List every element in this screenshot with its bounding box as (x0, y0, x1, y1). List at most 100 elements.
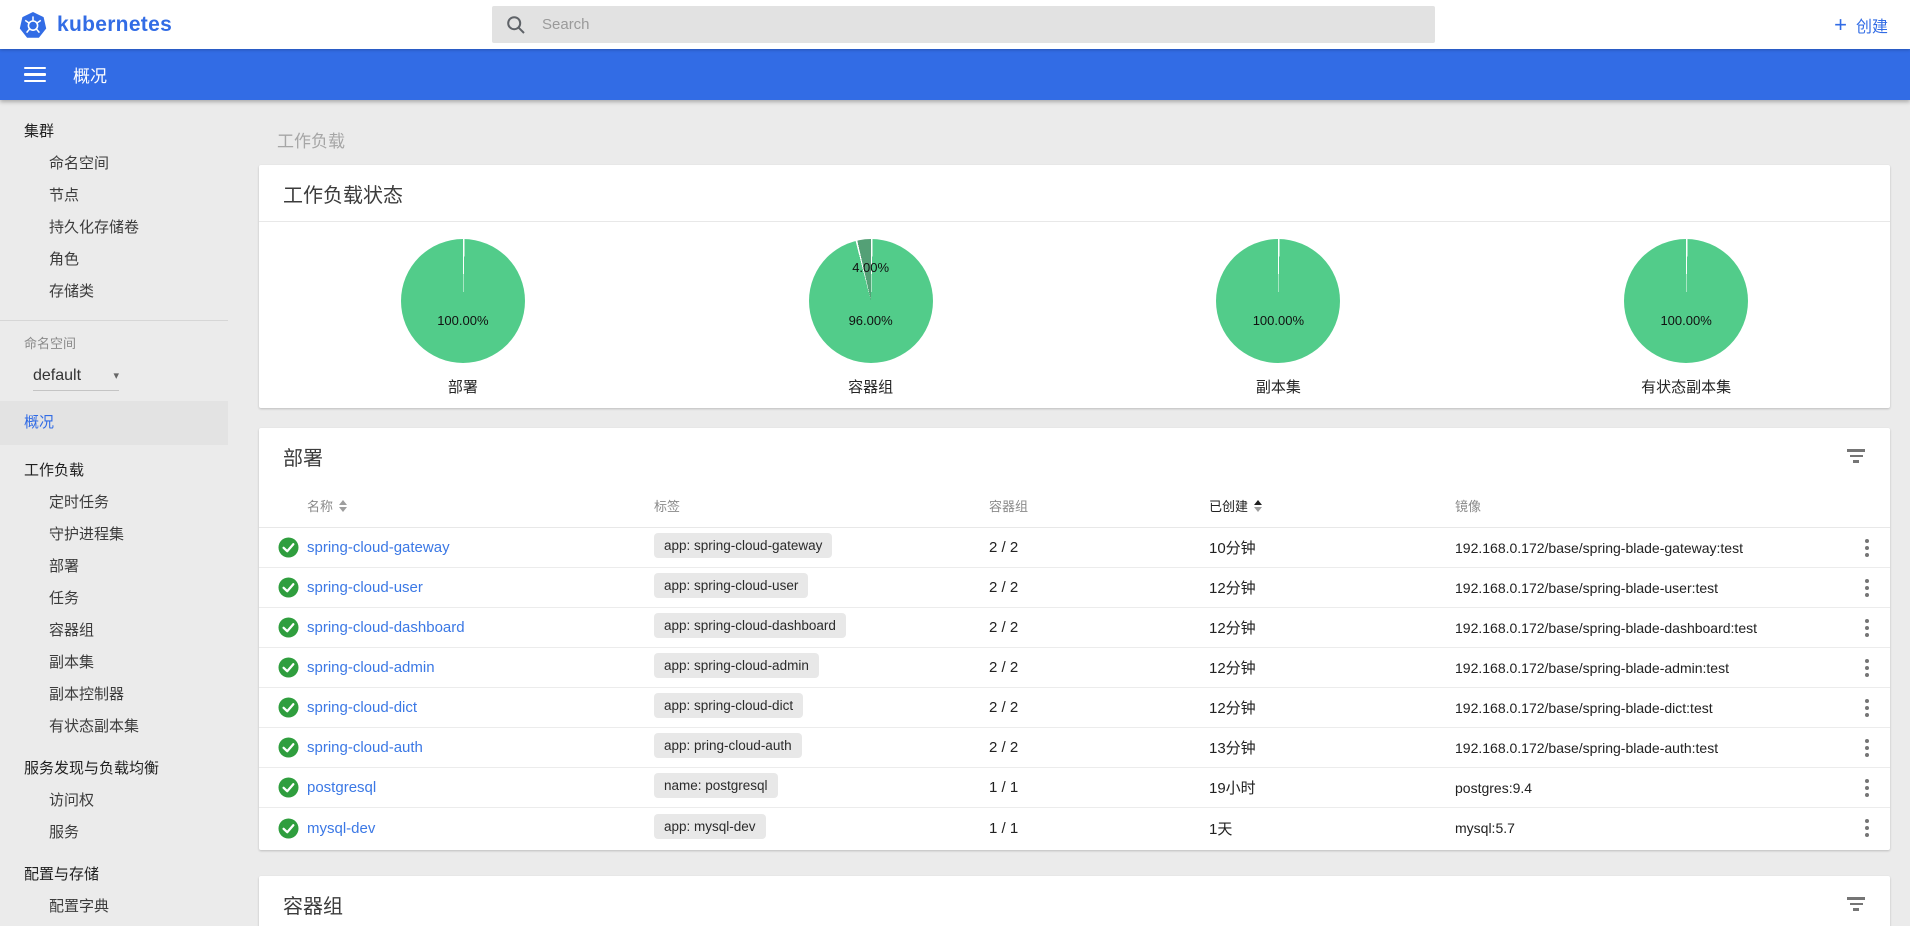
search-icon (506, 15, 526, 35)
sidebar-item-overview-active[interactable]: 概况 (0, 401, 228, 445)
search-bar[interactable] (492, 6, 1435, 43)
deployments-table-header: 名称 标签 容器组 已创建 镜像 (259, 484, 1890, 528)
table-row: spring-cloud-gateway app: spring-cloud-g… (259, 528, 1890, 568)
status-pie-charts: 100.00% 部署 4.00% 96.00% 容器组 100.00% 副本集 (259, 222, 1890, 397)
sidebar-header-workloads[interactable]: 工作负载 (0, 455, 228, 487)
sidebar-header-cluster[interactable]: 集群 (0, 116, 228, 148)
label-chip: app: spring-cloud-dict (654, 693, 803, 718)
sidebar-item-persistent-volumes[interactable]: 持久化存储卷 (0, 212, 228, 244)
sort-icon-active[interactable] (1254, 500, 1262, 512)
sidebar-header-config-storage[interactable]: 配置与存储 (0, 859, 228, 891)
sidebar-item-nodes[interactable]: 节点 (0, 180, 228, 212)
image-name: 192.168.0.172/base/spring-blade-user:tes… (1455, 580, 1844, 596)
created-age: 12分钟 (1209, 697, 1455, 718)
image-name: 192.168.0.172/base/spring-blade-admin:te… (1455, 660, 1844, 676)
kebab-menu-icon[interactable] (1844, 695, 1890, 721)
create-button-label: 创建 (1856, 13, 1888, 37)
image-name: postgres:9.4 (1455, 780, 1844, 796)
pie-block-pods: 4.00% 96.00% 容器组 (667, 222, 1075, 397)
sidebar-item-services[interactable]: 服务 (0, 817, 228, 849)
table-row: spring-cloud-auth app: pring-cloud-auth … (259, 728, 1890, 768)
label-chip: app: mysql-dev (654, 814, 766, 839)
image-name: 192.168.0.172/base/spring-blade-gateway:… (1455, 540, 1844, 556)
column-header-labels: 标签 (654, 496, 989, 515)
pie-percentage-label: 100.00% (1624, 313, 1748, 328)
kebab-menu-icon[interactable] (1844, 735, 1890, 761)
deployment-name-link[interactable]: spring-cloud-user (307, 579, 423, 596)
column-header-name[interactable]: 名称 (307, 496, 654, 515)
kebab-menu-icon[interactable] (1844, 775, 1890, 801)
pods-card-title: 容器组 (283, 890, 343, 919)
deployment-name-link[interactable]: spring-cloud-dashboard (307, 619, 465, 636)
sidebar-item-daemon-sets[interactable]: 守护进程集 (0, 519, 228, 551)
created-age: 1天 (1209, 818, 1455, 839)
deployment-name-link[interactable]: spring-cloud-dict (307, 699, 417, 716)
created-age: 13分钟 (1209, 737, 1455, 758)
column-header-pods: 容器组 (989, 496, 1209, 515)
created-age: 12分钟 (1209, 657, 1455, 678)
plus-icon: + (1834, 14, 1847, 36)
sidebar-item-replication-controllers[interactable]: 副本控制器 (0, 679, 228, 711)
image-name: 192.168.0.172/base/spring-blade-auth:tes… (1455, 740, 1844, 756)
pods-pie-chart: 4.00% 96.00% (809, 239, 933, 363)
pie-block-stateful-sets: 100.00% 有状态副本集 (1482, 222, 1890, 397)
sort-icon[interactable] (339, 500, 347, 512)
sidebar-item-namespaces[interactable]: 命名空间 (0, 148, 228, 180)
sidebar-item-pods[interactable]: 容器组 (0, 615, 228, 647)
top-app-bar: kubernetes + 创建 (0, 0, 1910, 49)
pie-caption: 有状态副本集 (1641, 376, 1731, 397)
table-row: spring-cloud-admin app: spring-cloud-adm… (259, 648, 1890, 688)
workload-status-card: 工作负载状态 100.00% 部署 4.00% 96.00% 容器组 (259, 165, 1890, 408)
kebab-menu-icon[interactable] (1844, 535, 1890, 561)
sidebar-header-discovery[interactable]: 服务发现与负载均衡 (0, 753, 228, 785)
pods-count: 2 / 2 (989, 739, 1209, 756)
sidebar-item-ingresses[interactable]: 访问权 (0, 785, 228, 817)
namespace-selected-value: default (33, 367, 81, 385)
sidebar-divider (0, 320, 228, 321)
pods-count: 2 / 2 (989, 579, 1209, 596)
kebab-menu-icon[interactable] (1844, 575, 1890, 601)
image-name: 192.168.0.172/base/spring-blade-dashboar… (1455, 620, 1844, 636)
created-age: 12分钟 (1209, 617, 1455, 638)
status-ok-icon (259, 537, 307, 558)
sidebar-item-config-maps[interactable]: 配置字典 (0, 891, 228, 923)
deployment-name-link[interactable]: spring-cloud-admin (307, 659, 435, 676)
pods-count: 2 / 2 (989, 539, 1209, 556)
sidebar-item-jobs[interactable]: 任务 (0, 583, 228, 615)
status-ok-icon (259, 657, 307, 678)
sidebar: 集群 命名空间 节点 持久化存储卷 角色 存储类 命名空间 default ▾ … (0, 100, 228, 926)
pods-count: 2 / 2 (989, 699, 1209, 716)
kebab-menu-icon[interactable] (1844, 815, 1890, 841)
search-input[interactable] (540, 15, 1421, 34)
table-row: postgresql name: postgresql 1 / 1 19小时 p… (259, 768, 1890, 808)
sidebar-item-roles[interactable]: 角色 (0, 244, 228, 276)
kubernetes-home-link[interactable]: kubernetes (0, 11, 172, 39)
create-button[interactable]: + 创建 (1834, 0, 1888, 49)
menu-hamburger-icon[interactable] (24, 67, 46, 83)
pie-percentage-label-minor: 4.00% (809, 260, 933, 275)
sidebar-item-stateful-sets[interactable]: 有状态副本集 (0, 711, 228, 743)
sidebar-item-storage-classes[interactable]: 存储类 (0, 276, 228, 308)
filter-icon[interactable] (1846, 893, 1866, 915)
sidebar-item-deployments[interactable]: 部署 (0, 551, 228, 583)
namespace-select[interactable]: default ▾ (33, 361, 119, 391)
kebab-menu-icon[interactable] (1844, 655, 1890, 681)
pods-count: 2 / 2 (989, 659, 1209, 676)
pods-count: 1 / 1 (989, 820, 1209, 837)
table-row: spring-cloud-dashboard app: spring-cloud… (259, 608, 1890, 648)
sidebar-item-replica-sets[interactable]: 副本集 (0, 647, 228, 679)
label-chip: app: spring-cloud-gateway (654, 533, 832, 558)
kebab-menu-icon[interactable] (1844, 615, 1890, 641)
label-chip: app: spring-cloud-user (654, 573, 808, 598)
column-header-created[interactable]: 已创建 (1209, 496, 1455, 515)
pie-percentage-label: 100.00% (1216, 313, 1340, 328)
filter-icon[interactable] (1846, 445, 1866, 467)
deployment-name-link[interactable]: mysql-dev (307, 820, 375, 837)
deployment-name-link[interactable]: spring-cloud-gateway (307, 539, 450, 556)
label-chip: app: spring-cloud-dashboard (654, 613, 846, 638)
pods-count: 2 / 2 (989, 619, 1209, 636)
deployment-name-link[interactable]: postgresql (307, 779, 376, 796)
page-title: 工作负载 (277, 127, 1890, 152)
deployment-name-link[interactable]: spring-cloud-auth (307, 739, 423, 756)
sidebar-item-cron-jobs[interactable]: 定时任务 (0, 487, 228, 519)
